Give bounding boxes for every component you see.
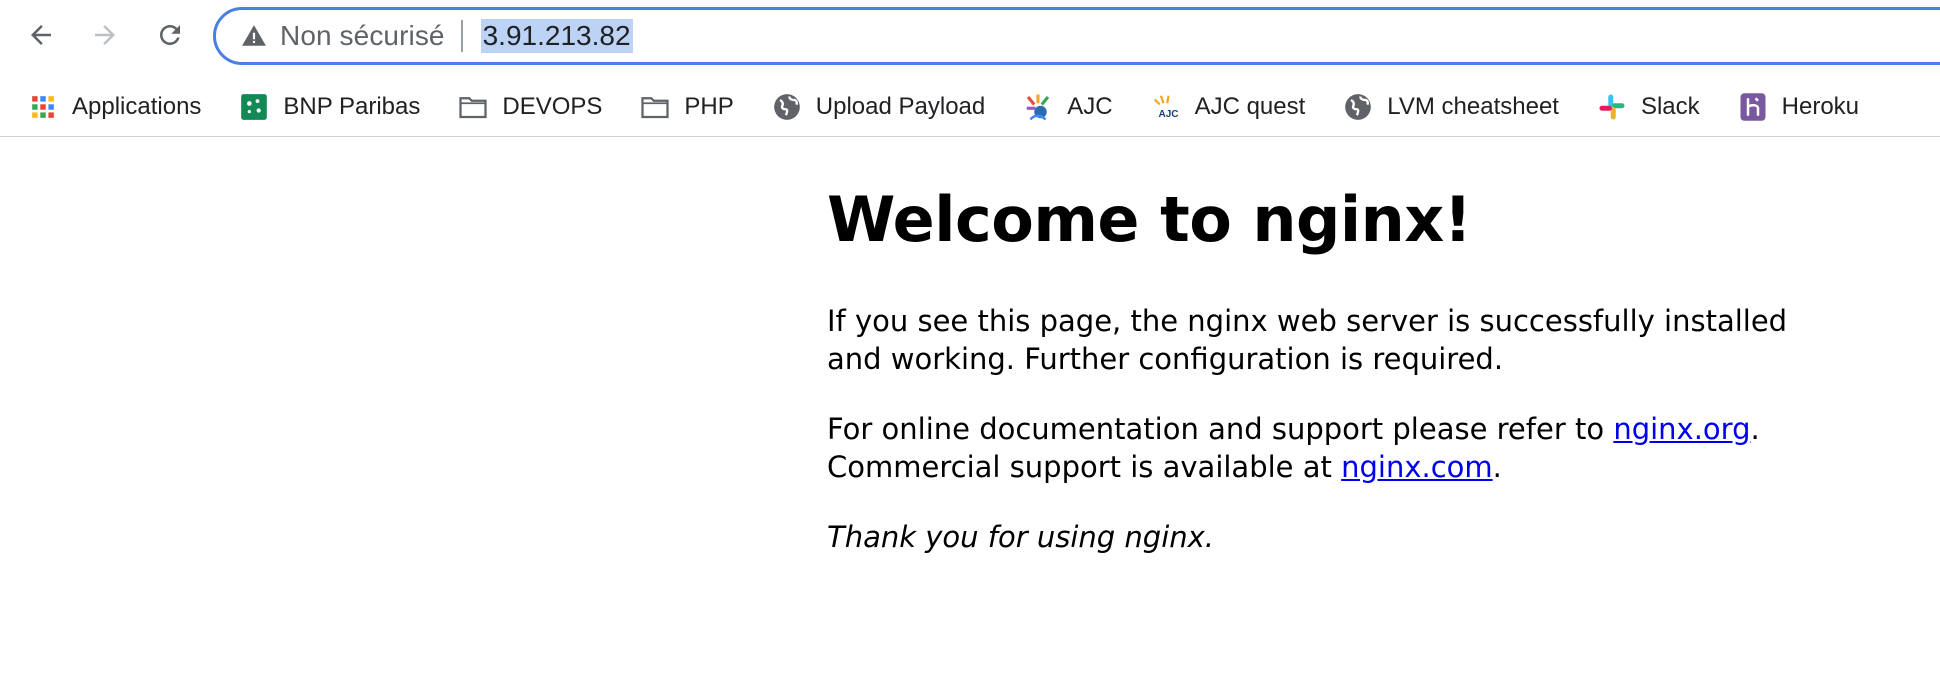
- browser-toolbar: Non sécurisé 3.91.213.82: [0, 0, 1940, 70]
- bnp-paribas-icon: [239, 92, 269, 122]
- bookmark-slack[interactable]: Slack: [1589, 85, 1708, 129]
- bookmark-lvm-cheatsheet[interactable]: LVM cheatsheet: [1335, 85, 1567, 129]
- bookmark-label: AJC quest: [1194, 93, 1306, 120]
- back-button[interactable]: [20, 14, 62, 56]
- support-paragraph: For online documentation and support ple…: [827, 410, 1827, 486]
- bookmark-ajc-quest[interactable]: AJC AJC quest: [1143, 85, 1314, 129]
- bookmark-label: Applications: [72, 93, 202, 120]
- nginx-org-link[interactable]: nginx.org: [1613, 412, 1750, 446]
- page-content: Welcome to nginx! If you see this page, …: [827, 180, 1827, 588]
- ajc-quest-icon: AJC: [1151, 92, 1181, 122]
- arrow-right-icon: [95, 25, 115, 45]
- bookmark-folder-devops[interactable]: DEVOPS: [450, 85, 610, 129]
- bookmark-label: LVM cheatsheet: [1387, 93, 1559, 120]
- bookmark-label: Heroku: [1781, 93, 1860, 120]
- address-bar[interactable]: Non sécurisé 3.91.213.82: [213, 7, 1940, 65]
- bookmark-label: DEVOPS: [502, 93, 603, 120]
- heroku-icon: [1738, 92, 1768, 122]
- bookmarks-bar: Applications BNP Paribas DEVOPS PHP Uplo…: [0, 78, 1940, 136]
- nginx-com-link[interactable]: nginx.com: [1341, 450, 1493, 484]
- bookmark-folder-php[interactable]: PHP: [632, 85, 741, 129]
- bookmark-bnp-paribas[interactable]: BNP Paribas: [231, 85, 428, 129]
- bookmark-label: AJC: [1067, 93, 1113, 120]
- forward-button[interactable]: [84, 14, 126, 56]
- reload-icon: [160, 25, 180, 45]
- bookmark-ajc[interactable]: AJC: [1015, 85, 1120, 129]
- intro-paragraph: If you see this page, the nginx web serv…: [827, 304, 1788, 376]
- bookmark-label: BNP Paribas: [283, 93, 421, 120]
- reload-button[interactable]: [149, 14, 191, 56]
- toolbar-separator: [0, 136, 1940, 137]
- page-title: Welcome to nginx!: [827, 183, 1472, 256]
- commercial-punct: .: [1492, 450, 1502, 484]
- thanks-text: Thank you for using nginx.: [827, 520, 1215, 554]
- apps-grid-icon: [28, 92, 58, 122]
- globe-icon: [772, 92, 802, 122]
- address-divider: [460, 20, 463, 52]
- bookmark-heroku[interactable]: Heroku: [1730, 85, 1867, 129]
- thanks-paragraph: Thank you for using nginx.: [827, 518, 1827, 556]
- globe-icon: [1343, 92, 1373, 122]
- folder-icon: [458, 92, 488, 122]
- ajc-icon: [1023, 92, 1053, 122]
- bookmark-label: PHP: [684, 93, 734, 120]
- bookmark-label: Upload Payload: [815, 93, 986, 120]
- bookmark-label: Slack: [1640, 93, 1700, 120]
- bookmark-upload-payload[interactable]: Upload Payload: [764, 85, 993, 129]
- folder-icon: [640, 92, 670, 122]
- security-status-label[interactable]: Non sécurisé: [280, 20, 445, 52]
- arrow-left-icon: [31, 25, 51, 45]
- support-punct: .: [1750, 412, 1760, 446]
- svg-text:AJC: AJC: [1158, 109, 1178, 120]
- bookmark-applications[interactable]: Applications: [20, 85, 209, 129]
- warning-icon[interactable]: [240, 22, 268, 50]
- url-text[interactable]: 3.91.213.82: [480, 19, 633, 53]
- slack-icon: [1597, 92, 1627, 122]
- commercial-text: Commercial support is available at: [827, 450, 1342, 484]
- support-text: For online documentation and support ple…: [827, 412, 1614, 446]
